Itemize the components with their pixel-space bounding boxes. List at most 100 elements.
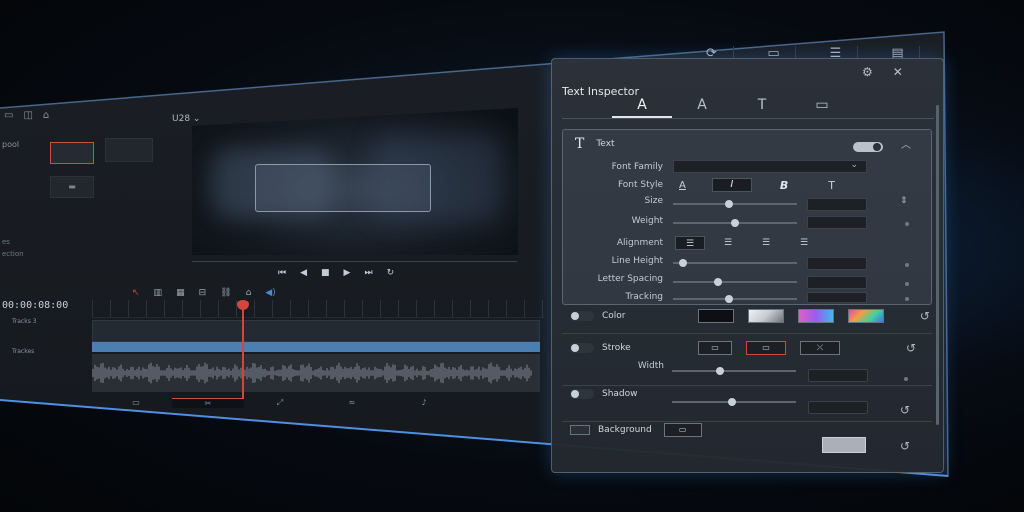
page-tab[interactable]: ▭: [100, 398, 172, 408]
volume-icon[interactable]: ◀): [265, 288, 275, 298]
blade-icon[interactable]: ▦: [176, 288, 185, 298]
color-toggle[interactable]: [570, 311, 594, 321]
letter-spacing-slider[interactable]: [673, 278, 797, 286]
line-height-field[interactable]: [807, 257, 867, 270]
loop-icon[interactable]: ↻: [387, 268, 395, 278]
resolution-dropdown[interactable]: U28: [172, 114, 190, 124]
shadow-field[interactable]: [808, 401, 868, 414]
title-clip[interactable]: [92, 342, 540, 352]
text-inspector-panel: ⚙ ✕ Text Inspector A A T ▭ T Text ︿ Font…: [551, 58, 944, 473]
reset-icon[interactable]: ↺: [900, 439, 910, 453]
page-tab[interactable]: ✂: [172, 398, 244, 408]
collapse-icon[interactable]: ︿: [901, 136, 911, 151]
snap-icon[interactable]: ⊟: [199, 288, 207, 298]
track-label: Trackes: [12, 348, 35, 355]
stop-icon[interactable]: ■: [321, 268, 330, 278]
text-section-label: Text: [596, 139, 615, 149]
skip-back-icon[interactable]: ⏮: [278, 268, 286, 278]
close-icon[interactable]: ✕: [893, 65, 903, 79]
weight-slider[interactable]: [673, 219, 797, 227]
chevron-down-icon[interactable]: ⌄: [193, 114, 201, 124]
font-family-dropdown[interactable]: ⌄: [673, 160, 867, 173]
playhead[interactable]: [242, 304, 244, 402]
audio-clip[interactable]: [92, 354, 540, 392]
keyframe-dot[interactable]: [905, 282, 909, 286]
page-tab[interactable]: ⤢: [244, 398, 316, 408]
tracking-field[interactable]: [807, 292, 867, 303]
size-slider[interactable]: [673, 200, 797, 208]
slider-knob[interactable]: [725, 200, 734, 208]
timeline-ruler[interactable]: [92, 300, 544, 318]
background-label: Background: [598, 425, 652, 435]
link-icon[interactable]: ⛓: [220, 288, 231, 298]
stroke-inside-button[interactable]: ⤫: [800, 341, 840, 355]
width-field[interactable]: [808, 369, 868, 382]
font-style-regular[interactable]: A: [679, 180, 686, 191]
media-thumbnail[interactable]: [50, 142, 94, 164]
page-tab[interactable]: ≈: [316, 398, 388, 408]
stroke-toggle[interactable]: [570, 343, 594, 353]
align-center-button[interactable]: ☰: [713, 236, 743, 250]
video-clip[interactable]: [92, 320, 540, 342]
color-swatch-gradient[interactable]: [797, 309, 834, 323]
shadow-slider[interactable]: [672, 398, 796, 406]
align-right-button[interactable]: ☰: [751, 236, 781, 250]
folder-thumbnail[interactable]: ▬: [50, 176, 94, 198]
side-label: es: [2, 238, 10, 246]
shadow-toggle[interactable]: [570, 389, 594, 399]
stepper-icon[interactable]: ⇕: [900, 196, 908, 206]
home-icon[interactable]: ⌂: [43, 110, 49, 121]
background-shape-button[interactable]: ▭: [663, 423, 702, 437]
stroke-center-button[interactable]: ▭: [746, 341, 786, 355]
reset-icon[interactable]: ↺: [906, 341, 916, 355]
camera-icon[interactable]: ◫: [23, 110, 32, 121]
font-style-italic[interactable]: I: [711, 178, 752, 192]
media-icon[interactable]: ▭: [4, 110, 13, 121]
font-style-bold[interactable]: B: [780, 179, 788, 192]
size-field[interactable]: [807, 198, 867, 211]
tab-layout[interactable]: ▭: [792, 97, 852, 118]
audio-waveform: [92, 362, 532, 384]
keyframe-dot[interactable]: [905, 263, 909, 267]
skip-forward-icon[interactable]: ⏭: [364, 268, 372, 278]
weight-field[interactable]: [807, 216, 867, 229]
letter-spacing-field[interactable]: [807, 276, 867, 289]
inspector-scrollbar[interactable]: [936, 105, 939, 425]
background-color-swatch[interactable]: [822, 437, 866, 453]
align-left-button[interactable]: ☰: [675, 236, 705, 250]
reset-icon[interactable]: ↺: [920, 309, 930, 323]
keyframe-dot[interactable]: [904, 377, 908, 381]
width-slider[interactable]: [672, 367, 796, 375]
text-toggle[interactable]: [853, 142, 883, 152]
lock-icon[interactable]: ⌂: [246, 288, 252, 298]
settings-icon[interactable]: ⚙: [862, 65, 873, 79]
slider-knob[interactable]: [716, 367, 724, 375]
slider-knob[interactable]: [713, 278, 722, 286]
slider-knob[interactable]: [678, 259, 687, 267]
slider-knob[interactable]: [728, 398, 736, 406]
trim-icon[interactable]: ▥: [154, 288, 163, 298]
slider-knob[interactable]: [731, 219, 739, 227]
reset-icon[interactable]: ↺: [900, 403, 910, 417]
keyframe-dot[interactable]: [905, 297, 909, 301]
tab-text[interactable]: A: [612, 97, 672, 118]
viewer-scrubber[interactable]: [192, 261, 517, 262]
pointer-icon[interactable]: ↖: [132, 288, 140, 298]
align-justify-button[interactable]: ☰: [789, 236, 819, 250]
text-overlay-box[interactable]: [255, 164, 431, 212]
play-icon[interactable]: ▶: [344, 268, 351, 278]
font-style-size[interactable]: T: [828, 179, 835, 192]
keyframe-dot[interactable]: [905, 222, 909, 226]
tracking-slider[interactable]: [673, 295, 797, 303]
color-swatch-picker[interactable]: [847, 309, 884, 323]
page-tab[interactable]: ♪: [388, 398, 460, 408]
page-tabs: ▭ ✂ ⤢ ≈ ♪: [100, 398, 460, 408]
tab-title[interactable]: T: [732, 97, 792, 118]
media-thumbnail[interactable]: [105, 138, 153, 162]
step-back-icon[interactable]: ◀: [300, 268, 307, 278]
line-height-slider[interactable]: [673, 259, 797, 267]
color-swatch-silver[interactable]: [747, 309, 784, 323]
tab-font[interactable]: A: [672, 97, 732, 118]
color-swatch-black[interactable]: [697, 309, 734, 323]
stroke-outside-button[interactable]: ▭: [698, 341, 732, 355]
